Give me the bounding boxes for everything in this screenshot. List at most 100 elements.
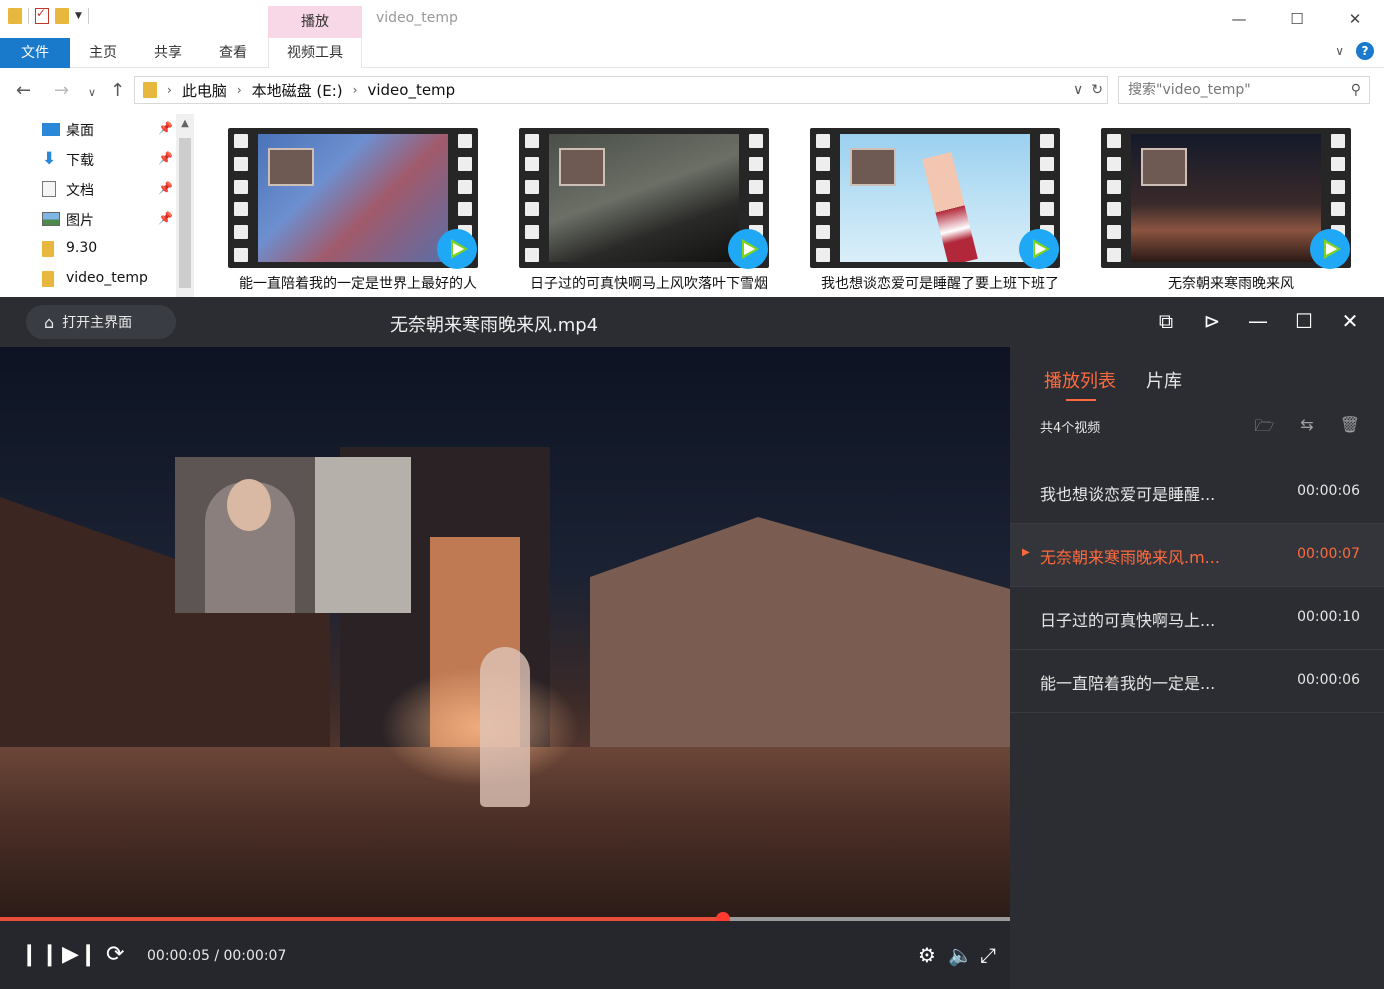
download-icon: ⬇ <box>42 149 57 169</box>
thumbnail-frame <box>840 134 1030 262</box>
scroll-thumb[interactable] <box>179 138 191 288</box>
tab-library[interactable]: 片库 <box>1146 367 1182 393</box>
nav-item-label: 文档 <box>66 183 94 199</box>
volume-icon[interactable]: 🔈 <box>948 943 973 967</box>
breadcrumb-folder[interactable]: video_temp <box>367 81 455 99</box>
mini-mode-icon[interactable]: ⧉ <box>1154 309 1178 333</box>
minimize-icon[interactable]: — <box>1246 309 1270 333</box>
video-file-tile[interactable]: 我也想谈恋爱可是睡醒了要上班下班了 <box>810 128 1070 298</box>
breadcrumb-this-pc[interactable]: 此电脑 <box>182 80 227 101</box>
pip-background <box>315 457 411 613</box>
chevron-right-icon[interactable]: › <box>353 83 358 97</box>
folder-icon[interactable] <box>8 8 22 24</box>
nav-item-video-temp[interactable]: video_temp <box>0 264 175 294</box>
nav-item-pictures[interactable]: 图片 📌 <box>0 204 175 234</box>
close-icon[interactable]: ✕ <box>1338 309 1362 333</box>
fullscreen-icon[interactable]: ⤢ <box>980 943 996 967</box>
search-icon[interactable]: ⚲ <box>1351 77 1361 103</box>
pause-icon[interactable]: ❙❙ <box>20 943 61 967</box>
settings-icon[interactable]: ⚙ <box>918 943 936 967</box>
nav-item-downloads[interactable]: ⬇ 下载 📌 <box>0 144 175 174</box>
home-icon: ⌂ <box>44 312 55 332</box>
maximize-icon[interactable]: ☐ <box>1292 309 1316 333</box>
pin-on-top-icon[interactable]: ⊳ <box>1200 309 1224 333</box>
close-button[interactable]: ✕ <box>1326 0 1384 38</box>
sort-icon[interactable]: ⇆ <box>1300 415 1313 442</box>
delete-icon[interactable]: 🗑 <box>1340 415 1360 442</box>
help-icon[interactable]: ? <box>1356 42 1374 60</box>
video-player-window: ⌂ 打开主界面 无奈朝来寒雨晚来风.mp4 ⧉ ⊳ — ☐ ✕ ❙❙ ▶❙ ⟳ … <box>0 297 1384 989</box>
maximize-button[interactable]: ☐ <box>1268 0 1326 38</box>
breadcrumb-drive[interactable]: 本地磁盘 (E:) <box>252 80 343 101</box>
tab-share[interactable]: 共享 <box>140 38 196 68</box>
new-folder-icon[interactable] <box>55 8 69 24</box>
navigation-pane: 桌面 📌 ⬇ 下载 📌 文档 📌 图片 📌 9.30 video_temp <box>0 114 198 297</box>
address-dropdown-icon[interactable]: ∨ <box>1073 82 1083 98</box>
picture-in-picture-overlay <box>175 457 411 613</box>
video-file-tile[interactable]: 日子过的可真快啊马上风吹落叶下雪烟 <box>519 128 779 298</box>
search-input[interactable]: 搜索"video_temp" ⚲ <box>1118 76 1370 104</box>
nav-item-documents[interactable]: 文档 📌 <box>0 174 175 204</box>
video-scene-figure <box>480 647 530 807</box>
pin-icon[interactable]: 📌 <box>158 211 173 225</box>
video-count: 共4个视频 <box>1040 421 1101 436</box>
minimize-button[interactable]: — <box>1210 0 1268 38</box>
playlist-tabs: 播放列表 片库 <box>1044 367 1182 401</box>
playlist-item-duration: 00:00:06 <box>1297 483 1360 499</box>
refresh-icon[interactable]: ↻ <box>1091 82 1103 98</box>
next-icon[interactable]: ▶❙ <box>62 943 97 967</box>
tab-video-tools[interactable]: 视频工具 <box>268 38 362 68</box>
nav-item-label: 图片 <box>66 213 94 229</box>
arm-shape <box>922 152 978 262</box>
address-bar[interactable]: › 此电脑 › 本地磁盘 (E:) › video_temp ∨ ↻ <box>134 76 1108 104</box>
open-main-interface-button[interactable]: ⌂ 打开主界面 <box>26 305 176 339</box>
tab-view[interactable]: 查看 <box>206 38 260 68</box>
pin-icon[interactable]: 📌 <box>158 151 173 165</box>
chevron-right-icon[interactable]: › <box>167 83 172 97</box>
playback-controls: ❙❙ ▶❙ ⟳ 00:00:05 / 00:00:07 ⚙ 🔈 ⤢ <box>0 921 1010 989</box>
forward-icon[interactable]: → <box>54 80 69 101</box>
tab-home[interactable]: 主页 <box>76 38 130 68</box>
open-folder-icon[interactable]: 🗁 <box>1254 415 1274 442</box>
tab-playlist[interactable]: 播放列表 <box>1044 367 1116 401</box>
loop-mode-icon[interactable]: ⟳ <box>106 943 124 967</box>
recent-dropdown-icon[interactable]: ∨ <box>88 86 96 99</box>
film-strip-holes <box>232 134 250 262</box>
playlist-item-name: 能一直陪着我的一定是... <box>1040 674 1216 693</box>
up-icon[interactable]: ↑ <box>110 80 125 101</box>
nav-item-label: 下载 <box>66 153 94 169</box>
player-window-controls: ⧉ ⊳ — ☐ ✕ <box>1154 309 1362 333</box>
film-strip-holes <box>814 134 832 262</box>
play-badge-icon <box>1019 229 1059 269</box>
pip-overlay <box>850 148 896 186</box>
playlist-item-duration: 00:00:07 <box>1297 546 1360 562</box>
playlist-item-duration: 00:00:10 <box>1297 609 1360 625</box>
file-name: 我也想谈恋爱可是睡醒了要上班下班了 <box>821 276 1059 292</box>
tab-file[interactable]: 文件 <box>0 38 70 68</box>
video-file-tile[interactable]: 无奈朝来寒雨晚来风 <box>1101 128 1361 298</box>
video-file-tile[interactable]: 能一直陪着我的一定是世界上最好的人 <box>228 128 488 298</box>
back-icon[interactable]: ← <box>16 80 31 101</box>
nav-item-label: 桌面 <box>66 123 94 139</box>
pin-icon[interactable]: 📌 <box>158 121 173 135</box>
nav-scrollbar[interactable]: ▲ <box>176 114 194 297</box>
context-tab-play[interactable]: 播放 <box>268 6 362 40</box>
pip-overlay <box>1141 148 1187 186</box>
file-grid: 能一直陪着我的一定是世界上最好的人 日子过的可真快啊马上风吹落叶下雪烟 我也想谈… <box>200 114 1384 297</box>
playlist-item[interactable]: 能一直陪着我的一定是... 00:00:06 <box>1010 650 1384 713</box>
customize-dropdown-icon[interactable]: ▼ <box>75 11 82 21</box>
nav-item-desktop[interactable]: 桌面 📌 <box>0 114 175 144</box>
scroll-up-icon[interactable]: ▲ <box>176 114 194 129</box>
nav-item-folder-930[interactable]: 9.30 <box>0 234 175 264</box>
playlist-item[interactable]: 日子过的可真快啊马上... 00:00:10 <box>1010 587 1384 650</box>
video-viewport[interactable] <box>0 347 1010 917</box>
chevron-right-icon[interactable]: › <box>237 83 242 97</box>
playlist-item-current[interactable]: ▶ 无奈朝来寒雨晚来风.m... 00:00:07 <box>1010 524 1384 587</box>
properties-icon[interactable] <box>35 6 49 24</box>
playlist: 我也想谈恋爱可是睡醒... 00:00:06 ▶ 无奈朝来寒雨晚来风.m... … <box>1010 461 1384 713</box>
expand-ribbon-icon[interactable]: ∨ <box>1335 44 1344 58</box>
file-name: 能一直陪着我的一定是世界上最好的人 <box>239 276 477 292</box>
pin-icon[interactable]: 📌 <box>158 181 173 195</box>
pip-person-head <box>227 479 271 531</box>
playlist-item[interactable]: 我也想谈恋爱可是睡醒... 00:00:06 <box>1010 461 1384 524</box>
